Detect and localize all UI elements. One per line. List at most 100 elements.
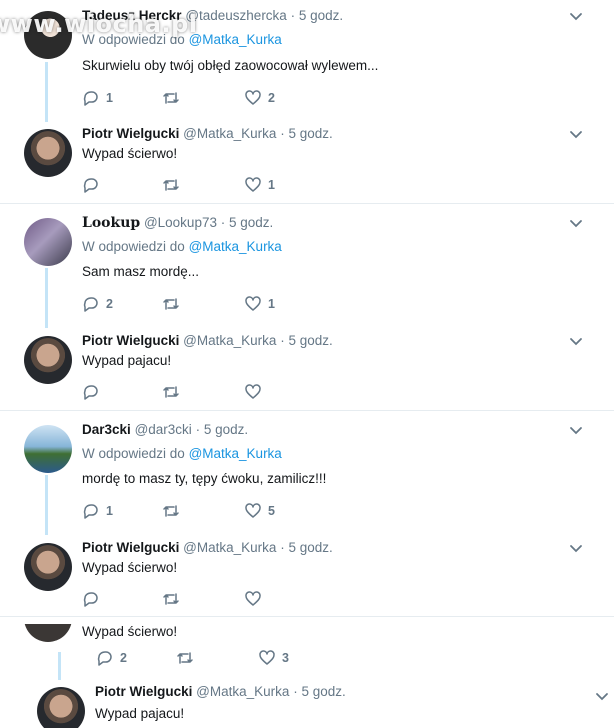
avatar[interactable] (24, 129, 72, 177)
avatar[interactable] (24, 543, 72, 591)
tweet-actions: 1 (82, 175, 382, 195)
heart-icon (245, 296, 261, 311)
author-name[interactable]: Piotr Wielgucki (82, 333, 179, 348)
chevron-down-icon[interactable] (568, 333, 584, 349)
reply-icon (83, 91, 98, 106)
thread-divider (0, 410, 614, 411)
tweet-header: Lookup @Lookup73 · 5 godz. (82, 215, 273, 231)
author-handle[interactable]: @dar3cki (135, 422, 192, 437)
like-button[interactable]: 2 (244, 88, 275, 108)
retweet-icon (163, 386, 179, 398)
tweet[interactable]: Dar3cki @dar3cki · 5 godz. W odpowiedzi … (0, 418, 614, 519)
chevron-down-icon[interactable] (568, 126, 584, 142)
author-handle[interactable]: @tadeuszhercka (185, 8, 287, 23)
heart-icon (245, 90, 261, 105)
reply-count: 1 (106, 504, 113, 518)
retweet-button[interactable] (162, 501, 186, 521)
author-handle[interactable]: @Matka_Kurka (183, 126, 276, 141)
timestamp[interactable]: 5 godz. (288, 540, 332, 555)
reply-icon (83, 297, 98, 312)
author-name[interactable]: Lookup (82, 215, 140, 231)
retweet-button[interactable] (162, 88, 186, 108)
reply-button[interactable]: 2 (96, 648, 127, 668)
thread-divider (0, 616, 614, 617)
retweet-button[interactable] (162, 294, 186, 314)
timestamp[interactable]: 5 godz. (288, 126, 332, 141)
chevron-down-icon[interactable] (568, 540, 584, 556)
heart-icon (245, 177, 261, 192)
reply-to-link[interactable]: @Matka_Kurka (189, 446, 282, 461)
retweet-icon (163, 92, 179, 104)
chevron-down-icon[interactable] (568, 422, 584, 438)
cropped-tweet[interactable]: Wypad ścierwo! 2 3 (0, 624, 614, 670)
chevron-down-icon[interactable] (568, 215, 584, 231)
tweet-text: Wypad pajacu! (82, 353, 172, 368)
heart-icon (245, 591, 261, 606)
like-button[interactable]: 1 (244, 175, 275, 195)
tweet-actions: 1 2 (82, 88, 382, 108)
avatar[interactable] (24, 425, 72, 473)
watermark: www.wiocha.pl (0, 10, 198, 38)
retweet-button[interactable] (176, 648, 200, 668)
like-button[interactable]: 1 (244, 294, 275, 314)
chevron-down-icon[interactable] (568, 8, 584, 24)
tweet-text: mordę to masz ty, tępy ćwoku, zamilicz!!… (82, 471, 327, 486)
reply-button[interactable]: 2 (82, 294, 113, 314)
like-button[interactable]: 5 (244, 501, 275, 521)
author-name[interactable]: Piotr Wielgucki (82, 126, 179, 141)
chevron-down-icon[interactable] (594, 688, 610, 704)
tweet-actions: 1 5 (82, 501, 382, 521)
tweet-text: Wypad ścierwo! (82, 560, 178, 575)
tweet[interactable]: Piotr Wielgucki @Matka_Kurka · 5 godz. W… (0, 536, 614, 626)
author-handle[interactable]: @Matka_Kurka (183, 540, 276, 555)
like-count: 3 (282, 651, 289, 665)
reply-button[interactable] (82, 382, 106, 402)
reply-prefix: W odpowiedzi do (82, 239, 185, 254)
tweet[interactable]: Lookup @Lookup73 · 5 godz. W odpowiedzi … (0, 211, 614, 312)
retweet-button[interactable] (162, 382, 186, 402)
retweet-button[interactable] (162, 589, 186, 609)
reply-context: W odpowiedzi do @Matka_Kurka (82, 239, 282, 254)
tweet[interactable]: Piotr Wielgucki @Matka_Kurka · 5 godz. W… (0, 329, 614, 419)
tweet[interactable]: Piotr Wielgucki @Matka_Kurka · 5 godz. W… (0, 122, 614, 212)
timestamp[interactable]: 5 godz. (299, 8, 343, 23)
tweet[interactable]: Tadeusz Herckr @tadeuszhercka · 5 godz. … (0, 4, 614, 106)
tweet-text: Wypad ścierwo! (82, 146, 178, 161)
tweet-text: Wypad pajacu! (95, 706, 185, 721)
author-handle[interactable]: @Matka_Kurka (183, 333, 276, 348)
reply-to-link[interactable]: @Matka_Kurka (189, 239, 282, 254)
separator-dot: · (220, 215, 226, 230)
timestamp[interactable]: 5 godz. (301, 684, 345, 699)
reply-icon (83, 592, 98, 607)
tweet[interactable]: Piotr Wielgucki @Matka_Kurka · 5 godz. W… (13, 680, 614, 728)
heart-icon (259, 650, 275, 665)
timestamp[interactable]: 5 godz. (229, 215, 273, 230)
author-name[interactable]: Dar3cki (82, 422, 131, 437)
author-name[interactable]: Piotr Wielgucki (95, 684, 192, 699)
like-button[interactable]: 3 (258, 648, 289, 668)
timestamp[interactable]: 5 godz. (204, 422, 248, 437)
avatar[interactable] (24, 218, 72, 266)
avatar[interactable] (37, 687, 85, 728)
reply-context: W odpowiedzi do @Matka_Kurka (82, 446, 282, 461)
tweet-text: Sam masz mordę... (82, 264, 200, 279)
like-button[interactable] (244, 589, 268, 609)
reply-button[interactable]: 1 (82, 88, 113, 108)
retweet-button[interactable] (162, 175, 186, 195)
avatar[interactable] (24, 624, 72, 642)
avatar[interactable] (24, 336, 72, 384)
reply-button[interactable] (82, 589, 106, 609)
reply-button[interactable]: 1 (82, 501, 113, 521)
reply-button[interactable] (82, 175, 106, 195)
author-handle[interactable]: @Matka_Kurka (196, 684, 289, 699)
separator-dot: · (293, 684, 298, 699)
separator-dot: · (290, 8, 296, 23)
like-button[interactable] (244, 382, 268, 402)
timestamp[interactable]: 5 godz. (288, 333, 332, 348)
tweet-header: Piotr Wielgucki @Matka_Kurka · 5 godz. (95, 684, 346, 699)
reply-to-link[interactable]: @Matka_Kurka (189, 32, 282, 47)
author-handle[interactable]: @Lookup73 (144, 215, 217, 230)
author-name[interactable]: Piotr Wielgucki (82, 540, 179, 555)
tweet-actions (82, 589, 382, 609)
tweet-header: Piotr Wielgucki @Matka_Kurka · 5 godz. (82, 126, 333, 141)
